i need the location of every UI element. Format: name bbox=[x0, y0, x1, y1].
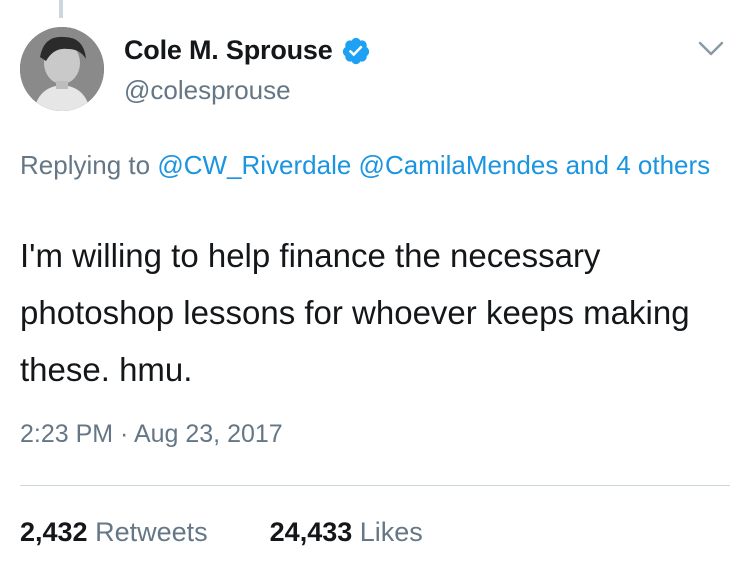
mention-link[interactable]: @CamilaMendes bbox=[359, 150, 559, 180]
avatar[interactable] bbox=[20, 27, 104, 111]
others-link[interactable]: and 4 others bbox=[566, 150, 711, 180]
likes-count: 24,433 bbox=[269, 517, 353, 547]
retweets-label: Retweets bbox=[95, 517, 208, 547]
verified-badge-icon bbox=[341, 36, 371, 66]
replying-to-line: Replying to @CW_Riverdale @CamilaMendes … bbox=[20, 146, 730, 184]
chevron-down-icon[interactable] bbox=[698, 40, 724, 58]
author-handle[interactable]: @colesprouse bbox=[124, 75, 291, 106]
author-display-name[interactable]: Cole M. Sprouse bbox=[124, 35, 333, 66]
likes-stat[interactable]: 24,433 Likes bbox=[270, 517, 423, 548]
retweets-count: 2,432 bbox=[20, 517, 88, 547]
likes-label: Likes bbox=[359, 517, 423, 547]
tweet-text: I'm willing to help finance the necessar… bbox=[20, 237, 690, 388]
replying-to-label: Replying to bbox=[20, 150, 151, 180]
retweets-stat[interactable]: 2,432 Retweets bbox=[20, 517, 208, 548]
avatar-photo bbox=[20, 27, 104, 111]
thread-connector-line bbox=[59, 0, 63, 18]
tweet-timestamp[interactable]: 2:23 PM · Aug 23, 2017 bbox=[20, 420, 283, 449]
mention-link[interactable]: @CW_Riverdale bbox=[157, 150, 351, 180]
tweet-stats: 2,432 Retweets 24,433 Likes bbox=[20, 517, 485, 548]
author-name-row: Cole M. Sprouse bbox=[124, 35, 371, 66]
divider bbox=[20, 485, 730, 486]
